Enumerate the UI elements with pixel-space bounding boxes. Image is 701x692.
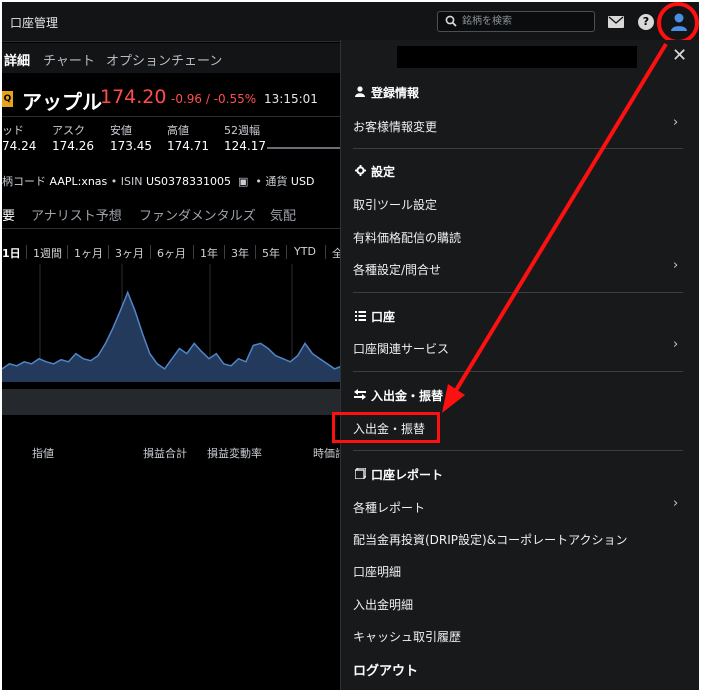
col-pl-total: 損益合計 <box>143 447 187 460</box>
help-icon[interactable]: ? <box>638 14 654 30</box>
quote-time: 13:15:01 <box>264 92 318 106</box>
period-1w[interactable]: 1週間 <box>33 245 62 261</box>
high-value: 174.71 <box>167 139 209 153</box>
period-1y[interactable]: 1年 <box>200 245 218 261</box>
tab-summary[interactable]: 要 <box>2 205 15 224</box>
detail-subnav: 詳細 チャート オプションチェーン <box>2 43 342 73</box>
exchange-badge: Q <box>2 91 13 107</box>
search-input[interactable] <box>462 14 590 29</box>
range-52w-value: 124.17 <box>224 139 266 153</box>
price-area <box>2 292 342 382</box>
annotation-circle <box>657 2 699 44</box>
menu-item-customer-info[interactable]: お客様情報変更 <box>353 118 437 135</box>
transfer-icon <box>353 389 367 403</box>
section-deposit-transfer: 入出金・振替 <box>353 387 443 404</box>
gear-icon <box>353 165 367 179</box>
stock-price: 174.20 <box>100 86 167 108</box>
range-52w-bar <box>267 147 342 149</box>
bid-label: ッド <box>2 124 24 137</box>
search-box[interactable] <box>437 11 595 32</box>
high-label: 高値 <box>167 124 189 137</box>
redacted-account-name <box>397 46 637 68</box>
tab-details[interactable]: 詳細 <box>4 50 30 69</box>
tab-chart[interactable]: チャート <box>43 50 95 69</box>
range-52w-label: 52週幅 <box>224 124 260 137</box>
period-ytd[interactable]: YTD <box>294 245 316 258</box>
section-account-report: 口座レポート <box>353 466 443 483</box>
period-1m[interactable]: 1ヶ月 <box>74 245 103 261</box>
tab-fundamentals[interactable]: ファンダメンタルズ <box>139 205 256 224</box>
app-window: 口座管理 ? 詳細 チャート オプションチェーン Q アップル 174.20 -… <box>2 2 699 690</box>
low-label: 安値 <box>110 124 132 137</box>
account-menu: ✕ 登録情報 お客様情報変更 › 設定 取引ツール設定 有料価格配信の購読 各種… <box>340 40 699 690</box>
section-account: 口座 <box>353 308 395 325</box>
chevron-right-icon[interactable]: › <box>673 258 678 273</box>
tab-option-chain[interactable]: オプションチェーン <box>106 50 222 69</box>
stock-change: -0.96 / -0.55% <box>171 92 257 106</box>
currency-value: USD <box>290 175 315 188</box>
app-title: 口座管理 <box>10 16 59 30</box>
divider <box>2 116 342 117</box>
person-icon <box>353 86 367 100</box>
logout-button[interactable]: ログアウト <box>353 660 418 679</box>
ask-value: 174.26 <box>52 139 94 153</box>
period-1d[interactable]: 1日 <box>2 245 21 261</box>
mail-icon[interactable] <box>608 16 624 28</box>
menu-item-cash-history[interactable]: キャッシュ取引履歴 <box>353 628 461 645</box>
menu-item-trading-tool-settings[interactable]: 取引ツール設定 <box>353 196 437 213</box>
code-label: 柄コード <box>2 175 46 188</box>
annotation-highlight-box <box>332 412 440 443</box>
isin-label: ISIN <box>120 175 143 188</box>
tab-quotes[interactable]: 気配 <box>270 205 296 224</box>
top-bar: 口座管理 ? <box>2 2 699 42</box>
search-icon <box>445 15 457 27</box>
tab-analyst[interactable]: アナリスト予想 <box>31 205 122 224</box>
period-5y[interactable]: 5年 <box>262 245 280 261</box>
price-chart <box>2 264 342 382</box>
copy-icon[interactable]: ▣ <box>235 175 252 188</box>
stock-name: アップル <box>22 90 102 114</box>
bid-value: 74.24 <box>2 139 37 153</box>
chevron-right-icon[interactable]: › <box>673 337 678 352</box>
chevron-right-icon[interactable]: › <box>673 496 678 511</box>
menu-item-paid-price-feed[interactable]: 有料価格配信の購読 <box>353 229 461 246</box>
ask-label: アスク <box>52 124 85 137</box>
report-icon <box>353 467 367 482</box>
menu-item-settings-inquiries[interactable]: 各種設定/問合せ <box>353 261 441 278</box>
chevron-right-icon[interactable]: › <box>673 115 678 130</box>
close-icon[interactable]: ✕ <box>672 45 687 66</box>
period-3y[interactable]: 3年 <box>231 245 249 261</box>
list-icon <box>353 311 367 324</box>
period-6m[interactable]: 6ヶ月 <box>157 245 186 261</box>
col-pl-change: 損益変動率 <box>207 447 262 460</box>
section-registration: 登録情報 <box>353 84 419 101</box>
info-tabs: 要 アナリスト予想 ファンダメンタルズ 気配 <box>2 199 342 229</box>
menu-item-account-statement[interactable]: 口座明細 <box>353 563 401 580</box>
col-limit: 指値 <box>32 447 54 460</box>
menu-item-account-services[interactable]: 口座関連サービス <box>353 340 449 357</box>
menu-item-reports[interactable]: 各種レポート <box>353 499 425 516</box>
security-codes: 柄コード AAPL:xnas • ISIN US0378331005 ▣ • 通… <box>2 175 315 188</box>
currency-label: 通貨 <box>265 175 288 188</box>
price-line <box>2 290 342 370</box>
period-3m[interactable]: 3ヶ月 <box>115 245 144 261</box>
section-settings: 設定 <box>353 163 395 180</box>
menu-item-drip-corporate-action[interactable]: 配当金再投資(DRIP設定)&コーポレートアクション <box>353 531 627 548</box>
isin-value: US0378331005 <box>145 175 232 188</box>
section-band <box>2 389 342 415</box>
code-value: AAPL:xnas <box>49 175 108 188</box>
period-selector: 1日 1週間 1ヶ月 3ヶ月 6ヶ月 1年 3年 5年 YTD 全 <box>2 242 343 264</box>
low-value: 173.45 <box>110 139 152 153</box>
menu-item-deposit-statement[interactable]: 入出金明細 <box>353 596 413 613</box>
